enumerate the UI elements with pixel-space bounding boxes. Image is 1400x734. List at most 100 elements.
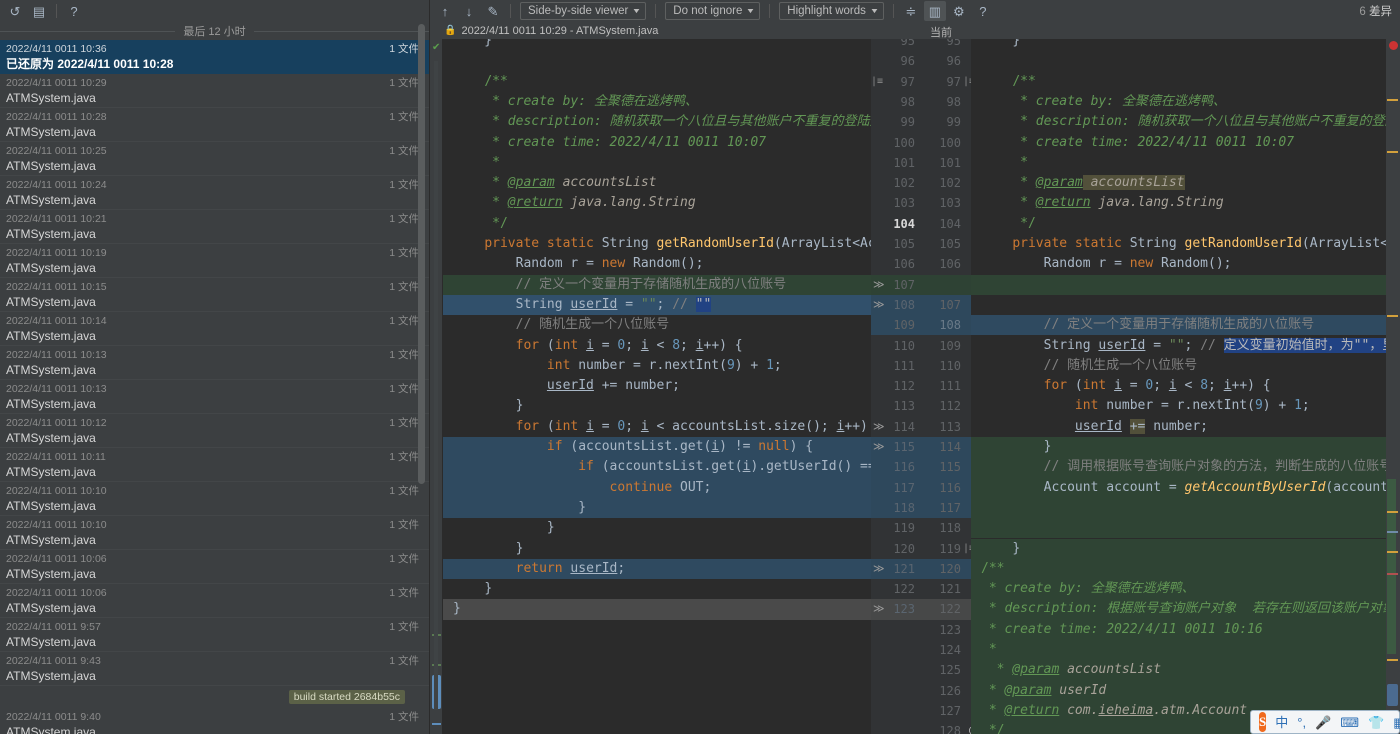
- left-line-number: 102: [893, 176, 915, 191]
- history-list-item[interactable]: 2022/4/11 0011 10:36 1 文件 已还原为 2022/4/11 0…: [0, 40, 429, 74]
- gutter-row: 9797|≡|≡: [871, 72, 971, 92]
- history-list-item[interactable]: 2022/4/11 0011 10:28 1 文件 ATMSystem.java: [0, 108, 429, 142]
- history-item-name: ATMSystem.java: [6, 533, 96, 547]
- history-list-item[interactable]: 2022/4/11 0011 9:40 1 文件 ATMSystem.java: [0, 708, 429, 734]
- history-item-time: 2022/4/11 0011 10:29: [6, 77, 107, 89]
- fold-marker-icon[interactable]: |≡: [963, 72, 971, 92]
- history-list-item[interactable]: 2022/4/11 0011 10:24 1 文件 ATMSystem.java: [0, 176, 429, 210]
- history-item-name: ATMSystem.java: [6, 227, 96, 241]
- history-scrollbar[interactable]: [418, 24, 425, 484]
- history-list-item[interactable]: 2022/4/11 0011 10:06 1 文件 ATMSystem.java: [0, 584, 429, 618]
- right-code-pane[interactable]: } /** * create by: 全聚德在逃烤鸭、 * descriptio…: [971, 39, 1386, 734]
- gutter-row: 123: [871, 620, 971, 640]
- history-item-time: 2022/4/11 0011 10:28: [6, 111, 107, 123]
- history-list-item[interactable]: 2022/4/11 0011 10:13 1 文件 ATMSystem.java: [0, 346, 429, 380]
- history-item-filecount: 1 文件: [389, 711, 419, 723]
- accept-change-chevron-icon[interactable]: ≫: [873, 599, 885, 619]
- gutter-row: 128@: [871, 721, 971, 734]
- code-line: [971, 518, 1386, 539]
- left-line-number: 98: [900, 94, 915, 109]
- history-item-name: ATMSystem.java: [6, 329, 96, 343]
- history-item-label: ATMSystem.java: [6, 430, 419, 446]
- right-line-number: 96: [946, 54, 961, 69]
- code-line: * @param accountsList: [1020, 175, 1185, 191]
- code-line: * create time: 2022/4/11 0011 10:07: [1020, 134, 1295, 150]
- arrow-down-icon[interactable]: ↓: [458, 1, 480, 21]
- history-list-item[interactable]: 2022/4/11 0011 10:14 1 文件 ATMSystem.java: [0, 312, 429, 346]
- gutter-row: 119 118: [871, 518, 971, 538]
- code-line: [971, 274, 1386, 295]
- history-list-item[interactable]: 2022/4/11 0011 10:06 1 文件 ATMSystem.java: [0, 550, 429, 584]
- error-count-icon[interactable]: [1389, 41, 1398, 50]
- history-section-label: 最后 12 小时: [183, 26, 246, 38]
- accept-change-chevron-icon[interactable]: ≫: [873, 275, 885, 295]
- left-error-stripe[interactable]: ✔: [430, 39, 443, 734]
- left-line-number: 121: [893, 561, 915, 576]
- punctuation-icon[interactable]: °,: [1297, 716, 1306, 729]
- history-list-item[interactable]: 2022/4/11 0011 10:19 1 文件 ATMSystem.java: [0, 244, 429, 278]
- whitespace-dropdown[interactable]: Do not ignore ▼: [665, 2, 761, 20]
- code-line: int number = r.nextInt(9) + 1;: [546, 357, 782, 373]
- accept-change-chevron-icon[interactable]: ≫: [873, 559, 885, 579]
- arrow-up-icon[interactable]: ↑: [434, 1, 456, 21]
- history-list-item[interactable]: 2022/4/11 0011 10:25 1 文件 ATMSystem.java: [0, 142, 429, 176]
- undo-icon[interactable]: ↺: [4, 1, 26, 21]
- scroll-thumb[interactable]: [1387, 684, 1398, 706]
- chinese-mode-icon[interactable]: 中: [1275, 716, 1288, 729]
- history-list-item[interactable]: 2022/4/11 0011 10:12 1 文件 ATMSystem.java: [0, 414, 429, 448]
- accept-change-chevron-icon[interactable]: ≫: [873, 437, 885, 457]
- history-list-item[interactable]: 2022/4/11 0011 9:57 1 文件 ATMSystem.java: [0, 618, 429, 652]
- history-list-item[interactable]: 2022/4/11 0011 9:43 1 文件 ATMSystem.java: [0, 652, 429, 686]
- accept-change-chevron-icon[interactable]: ≫: [873, 295, 885, 315]
- collapse-unchanged-icon[interactable]: ≑: [900, 1, 922, 21]
- right-line-number: 95: [946, 39, 961, 48]
- history-item-name: 2022/4/11 0011 10:28: [57, 57, 174, 71]
- warning-marker: [1387, 511, 1398, 513]
- history-list-item[interactable]: 2022/4/11 0011 10:10 1 文件 ATMSystem.java: [0, 482, 429, 516]
- history-list[interactable]: 2022/4/11 0011 10:36 1 文件 已还原为 2022/4/11 0…: [0, 40, 429, 734]
- history-list-item[interactable]: 2022/4/11 0011 10:29 1 文件 ATMSystem.java: [0, 74, 429, 108]
- keyboard-icon[interactable]: ⌨: [1340, 716, 1359, 729]
- history-toolbar: ↺ ▤ ?: [0, 0, 429, 22]
- history-item-label: ATMSystem.java: [6, 498, 419, 514]
- gutter-row: 102102⌐⌐: [871, 173, 971, 193]
- left-code-pane[interactable]: } /** * create by: 全聚德在逃烤鸭、 * descriptio…: [443, 39, 871, 734]
- code-line: *: [492, 154, 500, 170]
- right-line-number: 125: [939, 663, 961, 678]
- code-line: * description: 随机获取一个八位且与其他账户不重复的登陆账号: [492, 114, 871, 130]
- pencil-icon[interactable]: ✎: [482, 1, 504, 21]
- right-line-number: 128: [939, 724, 961, 734]
- history-item-action: 已还原为: [6, 57, 58, 71]
- right-line-number: 117: [939, 500, 961, 515]
- toolbar-divider-4: [892, 4, 894, 18]
- history-list-item[interactable]: 2022/4/11 0011 10:11 1 文件 ATMSystem.java: [0, 448, 429, 482]
- history-list-item[interactable]: 2022/4/11 0011 10:15 1 文件 ATMSystem.java: [0, 278, 429, 312]
- viewer-mode-dropdown[interactable]: Side-by-side viewer ▼: [520, 2, 647, 20]
- sync-scroll-icon[interactable]: ▥: [923, 1, 946, 21]
- history-list-item[interactable]: 2022/4/11 0011 10:10 1 文件 ATMSystem.java: [0, 516, 429, 550]
- accept-change-chevron-icon[interactable]: ≫: [873, 417, 885, 437]
- skin-icon[interactable]: 👕: [1368, 716, 1384, 729]
- ime-toolbar[interactable]: S 中 °, 🎤 ⌨ 👕 ▦: [1250, 710, 1400, 734]
- code-line: */: [1020, 215, 1036, 231]
- help-icon[interactable]: ?: [63, 1, 85, 21]
- highlight-dropdown[interactable]: Highlight words ▼: [779, 2, 884, 20]
- toolbox-icon[interactable]: ▦: [1393, 716, 1400, 729]
- fold-marker-icon[interactable]: |≡: [871, 72, 883, 92]
- microphone-icon[interactable]: 🎤: [1315, 716, 1331, 729]
- chevron-down-icon: ▼: [631, 7, 642, 15]
- changed-region-marker: [1387, 479, 1396, 654]
- history-list-item[interactable]: 2022/4/11 0011 10:13 1 文件 ATMSystem.java: [0, 380, 429, 414]
- save-icon[interactable]: ▤: [28, 1, 50, 21]
- fold-marker-icon[interactable]: |≡: [963, 539, 971, 559]
- diff-viewer: ↑ ↓ ✎ Side-by-side viewer ▼ Do not ignor…: [430, 0, 1400, 734]
- right-error-stripe[interactable]: [1386, 39, 1400, 734]
- history-list-item[interactable]: 2022/4/11 0011 10:21 1 文件 ATMSystem.java: [0, 210, 429, 244]
- help-icon[interactable]: ?: [972, 1, 994, 21]
- gear-icon[interactable]: ⚙: [948, 1, 970, 21]
- gutter-row: 110 109: [871, 336, 971, 356]
- sogou-logo-icon[interactable]: S: [1259, 712, 1267, 732]
- diff-gutter[interactable]: 959596969797|≡|≡9898⌐⌐999910010010110110…: [871, 39, 971, 734]
- history-item-time: 2022/4/11 0011 9:43: [6, 655, 101, 667]
